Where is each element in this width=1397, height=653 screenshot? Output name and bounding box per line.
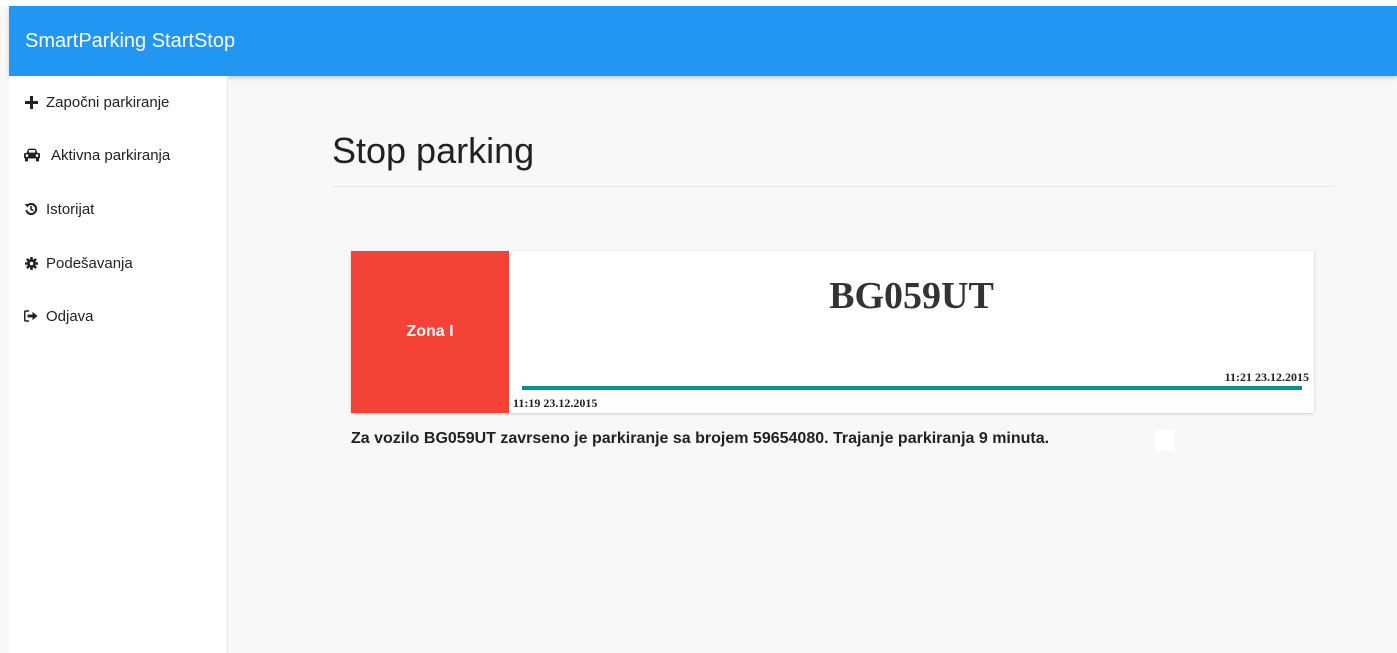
sidebar-item-settings[interactable]: Podešavanja: [9, 248, 227, 278]
sidebar-item-active-parkings[interactable]: Aktivna parkiranja: [9, 140, 227, 170]
sidebar-item-history[interactable]: Istorijat: [9, 194, 227, 224]
parking-progress-fill: [522, 386, 1302, 390]
app-title: SmartParking StartStop: [25, 30, 236, 52]
sign-out-icon: [23, 308, 39, 324]
history-icon: [23, 201, 39, 217]
sidebar-item-start-parking[interactable]: Započni parkiranje: [9, 87, 227, 117]
car-icon: [23, 147, 41, 163]
sidebar-item-label: Podešavanja: [46, 254, 133, 272]
sidebar-item-logout[interactable]: Odjava: [9, 301, 227, 331]
message-chip: [1155, 430, 1174, 451]
parking-start-time: 11:19 23.12.2015: [513, 396, 598, 410]
zone-label: Zona I: [406, 323, 454, 340]
plus-icon: [23, 94, 39, 110]
page-title: Stop parking: [332, 130, 535, 171]
license-plate: BG059UT: [829, 275, 994, 317]
title-divider: [332, 186, 1334, 187]
parking-progress-bar: [522, 386, 1302, 390]
page: SmartParking StartStop Započni parkiranj…: [0, 0, 1397, 653]
status-message: Za vozilo BG059UT zavrseno je parkiranje…: [351, 430, 1050, 447]
parking-card: Zona I BG059UT 11:21 23.12.2015 11:19 23…: [351, 251, 1314, 413]
zone-badge: Zona I: [351, 251, 509, 413]
sidebar-item-label: Započni parkiranje: [46, 93, 170, 111]
parking-end-time: 11:21 23.12.2015: [1224, 370, 1309, 384]
app-bar: SmartParking StartStop: [9, 6, 1397, 76]
gear-icon: [23, 255, 39, 271]
sidebar-item-label: Odjava: [46, 307, 94, 325]
sidebar-item-label: Istorijat: [46, 200, 95, 218]
sidebar: Započni parkiranje Aktivna parkiranja Is…: [9, 76, 228, 653]
sidebar-item-label: Aktivna parkiranja: [51, 146, 171, 164]
